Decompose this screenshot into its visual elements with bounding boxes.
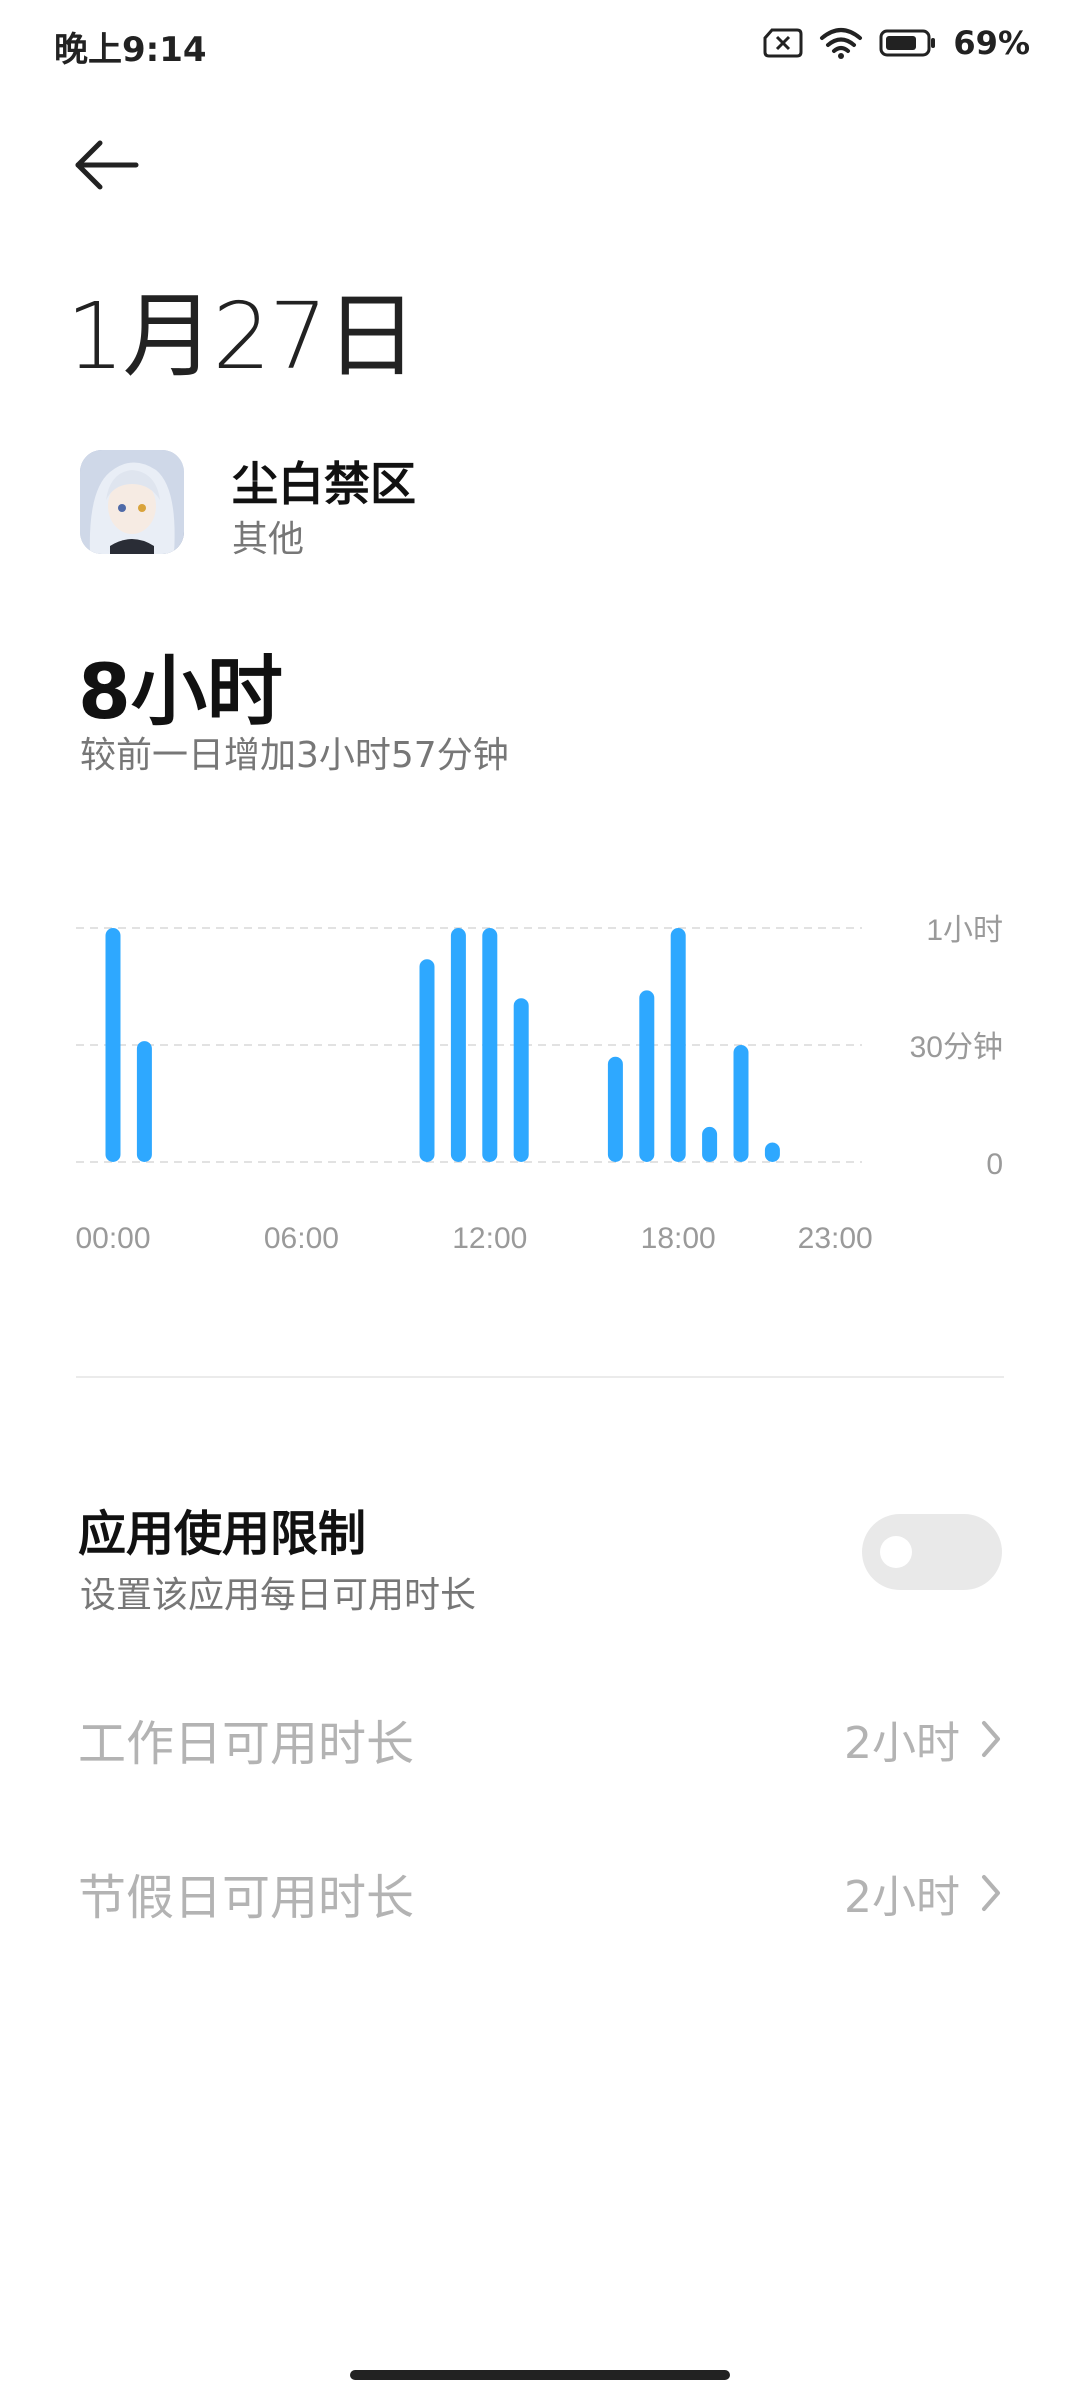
y-tick-label: 30分钟 [910,1031,1003,1064]
chart-bar [482,928,498,1162]
limit-toggle[interactable] [862,1514,1002,1590]
x-tick-label: 18:00 [641,1222,716,1255]
chevron-right-icon [982,1875,1000,1911]
chart-bar [513,998,529,1162]
chart-bar [450,928,466,1162]
status-time: 晚上9:14 [54,30,207,70]
back-button[interactable] [72,130,142,200]
app-name: 尘白禁区 [232,457,416,511]
page-title: 1月27日 [66,283,418,390]
x-tick-label: 06:00 [264,1222,339,1255]
row-right: 2小时 [844,1861,1004,1925]
chart-bar [670,928,686,1162]
workday-limit-row[interactable]: 工作日可用时长 2小时 [78,1694,1004,1784]
usage-compare: 较前一日增加3小时57分钟 [80,735,509,776]
chart-bar [607,1056,623,1162]
limit-title: 应用使用限制 [78,1506,367,1562]
row-value: 2小时 [844,1872,960,1923]
no-sim-icon [763,28,803,58]
app-category: 其他 [232,519,305,560]
battery-percentage: 69% [953,24,1030,62]
divider [76,1376,1004,1378]
row-label: 工作日可用时长 [78,1716,415,1772]
chart-bar [764,1142,780,1162]
x-tick-label: 12:00 [452,1222,527,1255]
limit-subtitle: 设置该应用每日可用时长 [80,1575,477,1616]
status-icons: 69% [763,24,1030,62]
chart-bar [733,1045,749,1162]
chart-bar [105,928,121,1162]
usage-total: 8小时 [78,647,283,736]
chevron-right-icon [982,1721,1000,1757]
toggle-knob [880,1536,912,1568]
x-tick-label: 23:00 [798,1222,873,1255]
y-tick-label: 0 [986,1148,1003,1181]
x-tick-label: 00:00 [75,1222,150,1255]
chart-bar [702,1126,718,1162]
wifi-icon [819,26,863,60]
chart-bar [639,990,655,1162]
y-tick-label: 1小时 [926,914,1003,947]
battery-icon [879,28,937,58]
arrow-left-icon [75,140,139,190]
row-right: 2小时 [844,1707,1004,1771]
chart-bar [419,959,435,1162]
row-value: 2小时 [844,1718,960,1769]
home-indicator[interactable] [350,2370,730,2380]
usage-chart: 0 30分钟 1小时 00:00 06:00 12:00 18:00 23:00 [75,914,1003,1255]
app-avatar-icon [80,450,184,554]
holiday-limit-row[interactable]: 节假日可用时长 2小时 [78,1848,1004,1938]
row-label: 节假日可用时长 [78,1870,415,1926]
chart-bar [136,1041,152,1162]
